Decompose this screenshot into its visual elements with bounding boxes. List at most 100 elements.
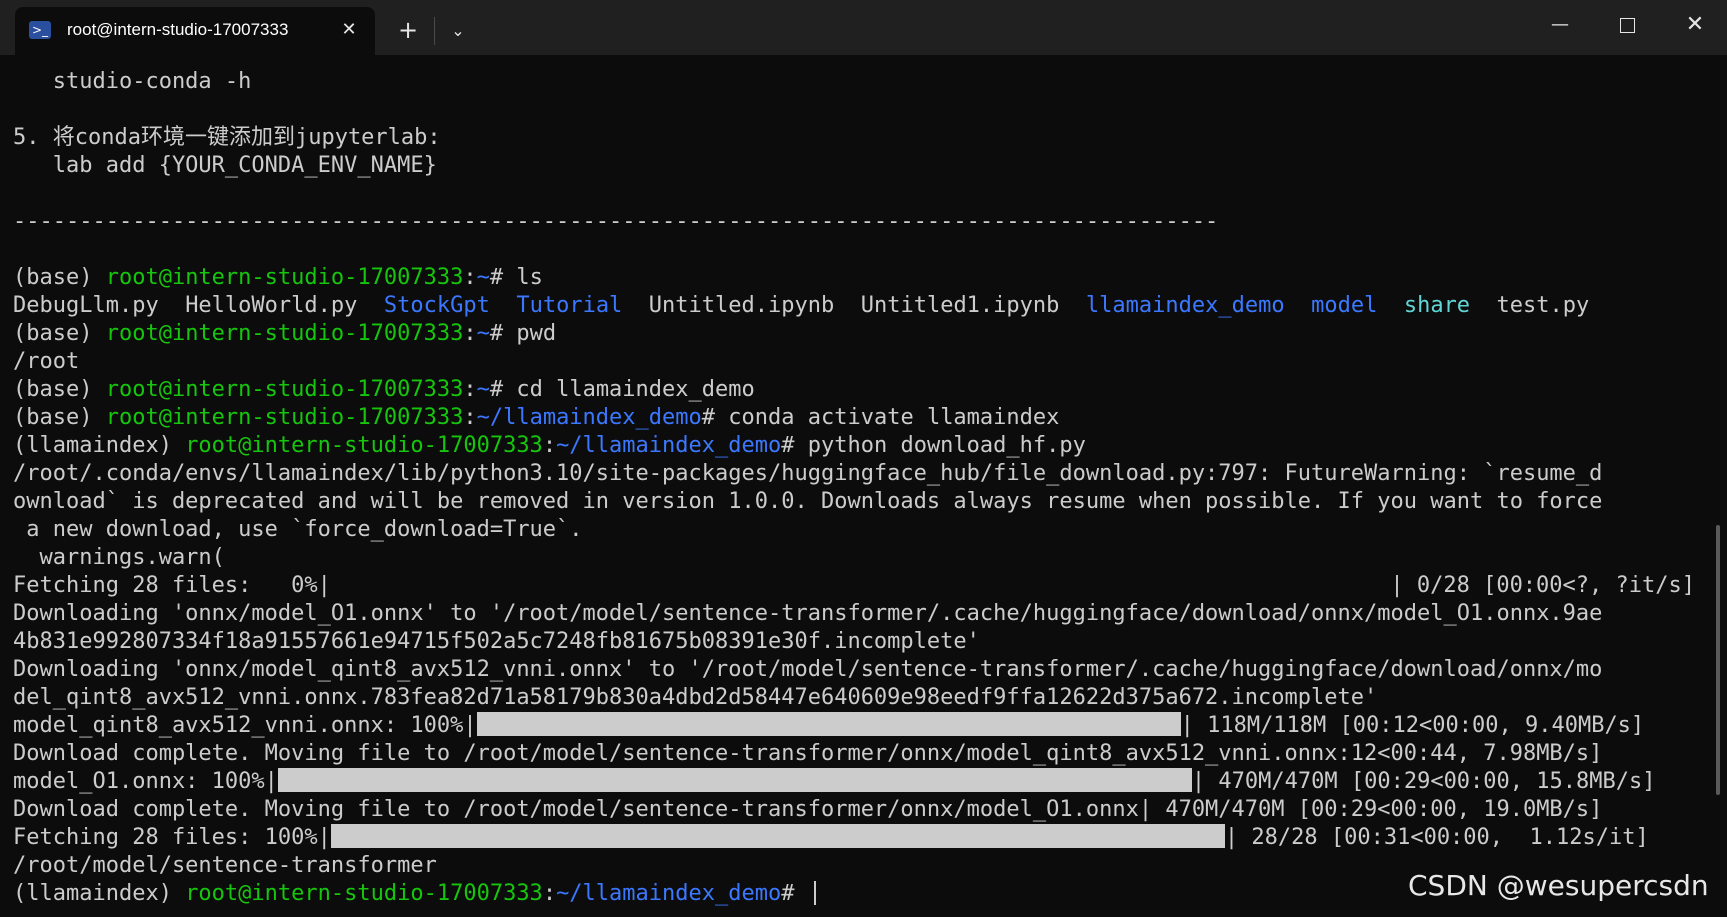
prompt-path: ~/llamaindex_demo	[476, 405, 702, 430]
prompt-line: (base) root@intern-studio-17007333:~# cd…	[13, 376, 1713, 404]
dir-name: Tutorial	[516, 293, 623, 318]
prompt-hash: #	[781, 881, 808, 906]
file-name: DebugLlm.py	[13, 293, 186, 318]
progress-line-fetch-start: Fetching 28 files: 0%| | 0/28 [00:00<?, ?…	[13, 572, 1713, 600]
chevron-down-icon[interactable]: ⌄	[440, 14, 476, 48]
prompt-colon: :	[463, 405, 477, 430]
maximize-icon	[1619, 18, 1635, 33]
maximize-button[interactable]	[1602, 5, 1652, 45]
dir-name: StockGpt	[383, 293, 490, 318]
file-name: HelloWorld.py	[185, 293, 384, 318]
warning-line: a new download, use `force_download=True…	[13, 517, 583, 542]
terminal-line: studio-conda -h	[13, 69, 252, 94]
dir-name: llamaindex_demo	[1085, 293, 1285, 318]
new-tab-button[interactable]: +	[390, 14, 426, 48]
env-label: (base)	[13, 321, 106, 346]
progress-bar-fetch	[330, 824, 1225, 848]
terminal-line: 5. 将conda环境一键添加到jupyterlab:	[13, 125, 441, 150]
progress-bar-qint8	[476, 712, 1181, 736]
command-text: conda activate llamaindex	[728, 405, 1060, 430]
prompt-hash: #	[489, 265, 517, 290]
prompt-path: ~	[476, 377, 490, 402]
env-label: (base)	[13, 405, 106, 430]
progress-line-o1: model_O1.onnx: 100%| | 470M/470M [00:29<0…	[13, 768, 1713, 796]
minimize-button[interactable]: —	[1535, 5, 1585, 45]
file-name: Untitled.ipynb Untitled1.ipynb	[622, 293, 1086, 318]
env-label: (base)	[13, 377, 106, 402]
warning-line: ownload` is deprecated and will be remov…	[13, 489, 1603, 514]
prompt-colon: :	[542, 881, 557, 906]
download-line: del_qint8_avx512_vnni.onnx.783fea82d71a5…	[13, 685, 1378, 710]
env-label: (llamaindex)	[13, 881, 186, 906]
prompt-path: ~/llamaindex_demo	[556, 881, 782, 906]
text-cursor	[813, 881, 816, 905]
prompt-host: root@intern-studio-17007333	[105, 265, 464, 290]
terminal-line: lab add {YOUR_CONDA_ENV_NAME}	[13, 153, 437, 178]
title-bar: >_ root@intern-studio-17007333 ✕ + ⌄ — ✕	[0, 0, 1727, 55]
warning-line: /root/.conda/envs/llamaindex/lib/python3…	[13, 461, 1603, 486]
prompt-host: root@intern-studio-17007333	[105, 377, 464, 402]
download-complete-line: Download complete. Moving file to /root/…	[13, 741, 1603, 766]
command-text: python download_hf.py	[807, 433, 1086, 458]
prompt-hash: #	[781, 433, 808, 458]
prompt-host: root@intern-studio-17007333	[185, 881, 543, 906]
prompt-colon: :	[463, 321, 477, 346]
dir-name: share	[1403, 293, 1471, 318]
progress-label: model_O1.onnx: 100%|	[13, 769, 278, 794]
env-label: (llamaindex)	[13, 433, 186, 458]
close-window-button[interactable]: ✕	[1670, 5, 1720, 45]
progress-line-qint8: model_qint8_avx512_vnni.onnx: 100%| | 118…	[13, 712, 1713, 740]
prompt-path: ~	[476, 265, 490, 290]
prompt-line: (base) root@intern-studio-17007333:~/lla…	[13, 404, 1713, 432]
prompt-path: ~/llamaindex_demo	[556, 433, 782, 458]
progress-stats: | 118M/118M [00:12<00:00, 9.40MB/s]	[1180, 713, 1645, 738]
prompt-hash: #	[701, 405, 729, 430]
prompt-hash: #	[489, 321, 517, 346]
progress-stats: | 0/28 [00:00<?, ?it/s]	[1390, 573, 1695, 598]
download-line: Downloading 'onnx/model_qint8_avx512_vnn…	[13, 657, 1603, 682]
download-line: 4b831e992807334f18a91557661e94715f502a5c…	[13, 629, 980, 654]
file-name: test.py	[1470, 293, 1590, 318]
terminal-tab[interactable]: >_ root@intern-studio-17007333 ✕	[15, 7, 375, 55]
progress-label: Fetching 28 files: 0%|	[13, 573, 331, 598]
tab-close-icon[interactable]: ✕	[335, 16, 363, 44]
download-line: Downloading 'onnx/model_O1.onnx' to '/ro…	[13, 601, 1603, 626]
prompt-line: (base) root@intern-studio-17007333:~# ls	[13, 264, 1713, 292]
prompt-hash: #	[489, 377, 517, 402]
download-complete-line: Download complete. Moving file to /root/…	[13, 797, 1603, 822]
command-text: pwd	[516, 321, 557, 346]
progress-bar-o1	[277, 768, 1192, 792]
progress-stats: | 28/28 [00:31<00:00, 1.12s/it]	[1224, 825, 1649, 850]
dir-name: model	[1311, 293, 1378, 318]
progress-label: Fetching 28 files: 100%|	[13, 825, 331, 850]
prompt-path: ~	[476, 321, 490, 346]
prompt-host: root@intern-studio-17007333	[185, 433, 543, 458]
separator-line: ----------------------------------------…	[13, 209, 1219, 234]
powershell-icon: >_	[29, 21, 51, 39]
prompt-host: root@intern-studio-17007333	[105, 321, 464, 346]
progress-stats: | 470M/470M [00:29<00:00, 15.8MB/s]	[1191, 769, 1656, 794]
prompt-line: (llamaindex) root@intern-studio-17007333…	[13, 432, 1713, 460]
progress-line-fetch-end: Fetching 28 files: 100%| | 28/28 [00:31<0…	[13, 824, 1713, 852]
prompt-colon: :	[463, 377, 477, 402]
prompt-colon: :	[542, 433, 557, 458]
prompt-host: root@intern-studio-17007333	[105, 405, 464, 430]
titlebar-divider	[434, 17, 435, 45]
terminal-line: /root	[13, 349, 80, 374]
prompt-colon: :	[463, 265, 477, 290]
ls-output: DebugLlm.py HelloWorld.py StockGpt Tutor…	[13, 292, 1713, 320]
command-text: ls	[516, 265, 543, 290]
prompt-line: (base) root@intern-studio-17007333:~# pw…	[13, 320, 1713, 348]
watermark: CSDN @wesupercsdn	[1408, 869, 1709, 902]
progress-label: model_qint8_avx512_vnni.onnx: 100%|	[13, 713, 477, 738]
scrollbar[interactable]	[1716, 525, 1720, 795]
command-text: cd llamaindex_demo	[516, 377, 755, 402]
terminal-output[interactable]: studio-conda -h 5. 将conda环境一键添加到jupyterl…	[13, 68, 1713, 908]
tab-title: root@intern-studio-17007333	[67, 20, 289, 39]
